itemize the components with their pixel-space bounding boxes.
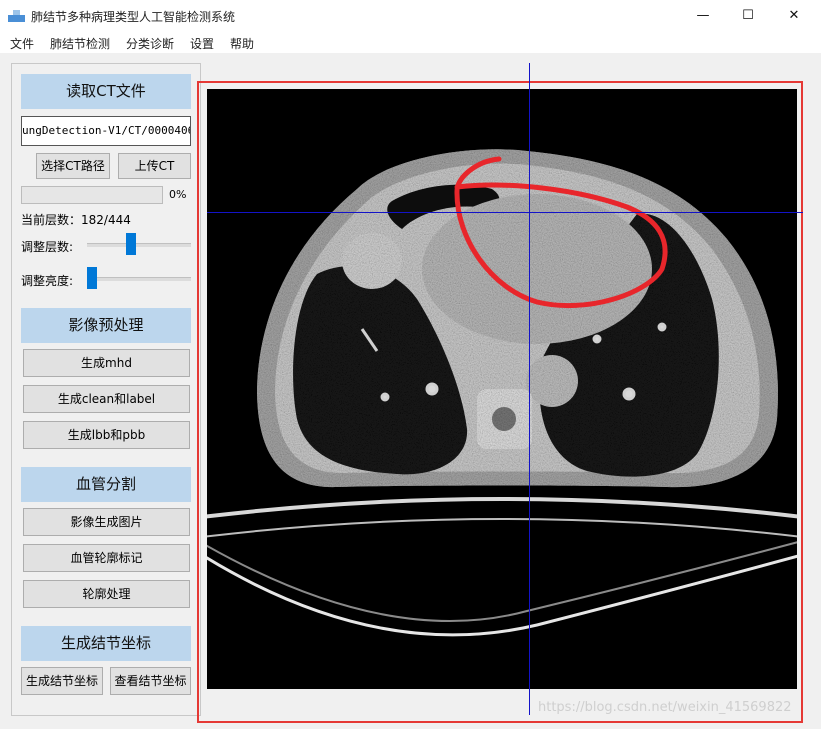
read-ct-header: 读取CT文件	[21, 74, 191, 109]
ct-slice-image	[207, 149, 797, 637]
crosshair-horizontal	[207, 212, 803, 213]
menu-file[interactable]: 文件	[10, 35, 34, 52]
title-bar: 肺结节多种病理类型人工智能检测系统 — ☐ ✕	[0, 0, 821, 31]
generate-clean-label-button[interactable]: 生成clean和label	[23, 385, 190, 413]
image-to-picture-button[interactable]: 影像生成图片	[23, 508, 190, 536]
menu-bar: 文件 肺结节检测 分类诊断 设置 帮助	[0, 31, 821, 53]
maximize-button[interactable]: ☐	[725, 0, 771, 31]
select-ct-path-button[interactable]: 选择CT路径	[36, 153, 110, 179]
view-nodule-coords-button[interactable]: 查看结节坐标	[110, 667, 191, 695]
vessel-segmentation-header: 血管分割	[21, 467, 191, 502]
layer-slider-handle[interactable]	[125, 233, 136, 255]
vessel-contour-mark-button[interactable]: 血管轮廓标记	[23, 544, 190, 572]
progress-percent-text: 0%	[169, 188, 187, 201]
generate-mhd-button[interactable]: 生成mhd	[23, 349, 190, 377]
watermark-text: https://blog.csdn.net/weixin_41569822	[538, 700, 792, 715]
layer-slider-track[interactable]	[87, 243, 191, 247]
close-button[interactable]: ✕	[771, 0, 817, 31]
ct-image-viewer[interactable]	[207, 89, 797, 689]
menu-nodule-detection[interactable]: 肺结节检测	[50, 35, 110, 52]
brightness-slider-track[interactable]	[87, 277, 191, 281]
adjust-layer-label: 调整层数:	[21, 240, 74, 254]
control-panel: 读取CT文件 ungDetection-V1/CT/000040679 选择CT…	[11, 63, 201, 716]
upload-ct-button[interactable]: 上传CT	[118, 153, 191, 179]
app-icon	[8, 9, 25, 22]
minimize-button[interactable]: —	[680, 0, 726, 31]
menu-help[interactable]: 帮助	[230, 35, 254, 52]
upload-progress-bar	[21, 186, 163, 204]
window-title: 肺结节多种病理类型人工智能检测系统	[31, 10, 236, 24]
crosshair-vertical	[529, 63, 530, 715]
adjust-brightness-label: 调整亮度:	[21, 274, 74, 288]
current-layer-label: 当前层数：182/444	[21, 213, 131, 227]
menu-settings[interactable]: 设置	[190, 35, 214, 52]
brightness-slider-handle[interactable]	[87, 267, 97, 289]
menu-classification[interactable]: 分类诊断	[126, 35, 174, 52]
generate-nodule-coords-button[interactable]: 生成结节坐标	[21, 667, 103, 695]
nodule-coords-header: 生成结节坐标	[21, 626, 191, 661]
contour-process-button[interactable]: 轮廓处理	[23, 580, 190, 608]
generate-lbb-pbb-button[interactable]: 生成lbb和pbb	[23, 421, 190, 449]
preprocess-header: 影像预处理	[21, 308, 191, 343]
ct-path-input[interactable]: ungDetection-V1/CT/000040679	[21, 116, 191, 146]
